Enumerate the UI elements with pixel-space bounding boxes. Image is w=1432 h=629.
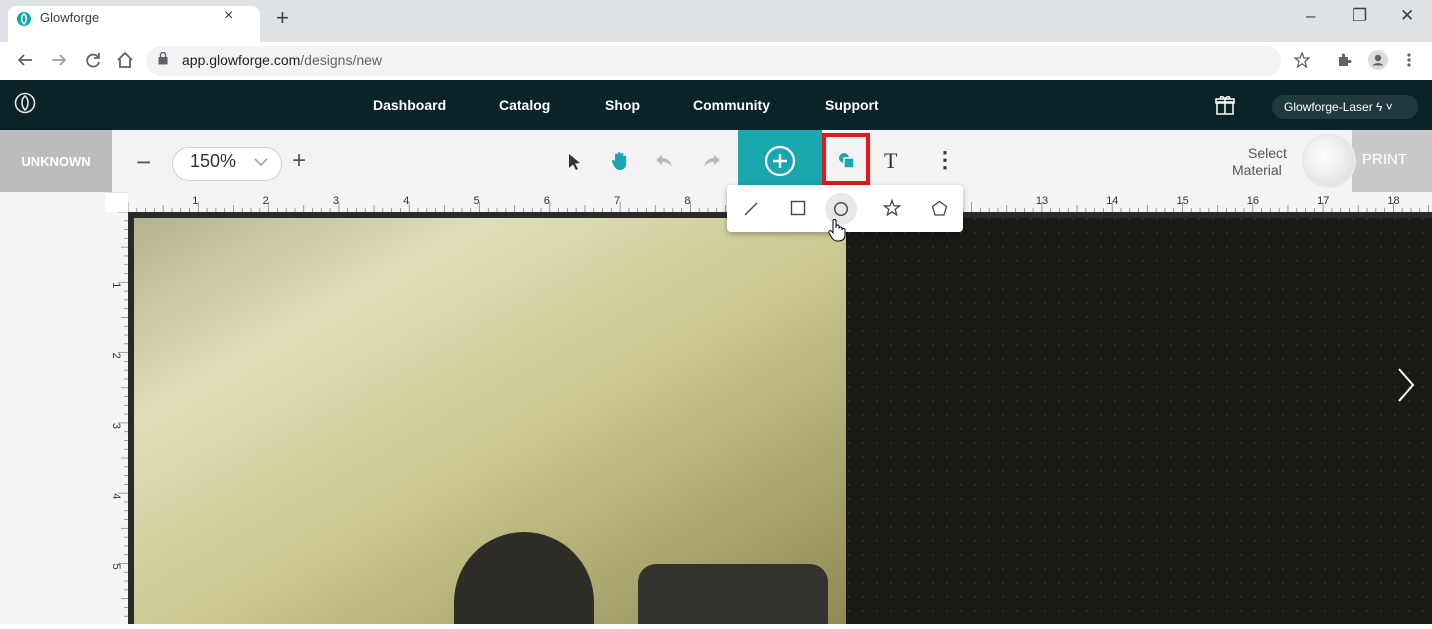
- reload-icon[interactable]: [84, 51, 102, 69]
- print-button[interactable]: PRINT: [1352, 130, 1432, 192]
- profile-avatar-icon[interactable]: [1368, 50, 1388, 70]
- url-text[interactable]: app.glowforge.com/designs/new: [182, 52, 382, 68]
- forward-arrow-icon[interactable]: [50, 52, 68, 68]
- ruler-top-label: 18: [1387, 195, 1399, 207]
- bed-image: [128, 212, 1432, 624]
- tab-title: Glowforge: [40, 10, 100, 25]
- redo-icon[interactable]: [703, 154, 721, 168]
- shapes-button[interactable]: [822, 133, 870, 185]
- rectangle-tool-icon[interactable]: [790, 200, 806, 216]
- minimize-icon[interactable]: –: [1306, 6, 1315, 26]
- ruler-left: 1 2 3 4 5: [105, 211, 128, 624]
- printer-name: Glowforge-Laser ϟ ˅: [1284, 100, 1393, 114]
- zoom-in-button[interactable]: +: [292, 147, 306, 175]
- ruler-top-label: 5: [474, 195, 480, 207]
- ruler-top-label: 15: [1177, 195, 1189, 207]
- shapes-icon: [839, 153, 855, 169]
- left-panel: [0, 192, 105, 624]
- more-options-icon[interactable]: ⋮: [934, 147, 956, 173]
- pan-hand-icon[interactable]: [611, 151, 629, 171]
- ruler-top-label: 14: [1106, 195, 1118, 207]
- machine-status: UNKNOWN: [0, 130, 112, 192]
- ruler-left-label: 1: [110, 282, 122, 288]
- chrome-menu-icon[interactable]: [1406, 52, 1412, 68]
- glowforge-logo-icon[interactable]: [14, 92, 36, 114]
- nav-support[interactable]: Support: [825, 97, 879, 113]
- ruler-left-label: 2: [110, 353, 122, 359]
- select-material-label-1: Select: [1248, 145, 1287, 161]
- select-pointer-icon[interactable]: [568, 153, 582, 171]
- printer-select-dropdown[interactable]: Glowforge-Laser ϟ ˅: [1272, 95, 1418, 119]
- ruler-top-label: 6: [544, 195, 550, 207]
- nav-dashboard[interactable]: Dashboard: [373, 97, 446, 113]
- zoom-out-button[interactable]: −: [136, 147, 151, 178]
- print-label: PRINT: [1362, 151, 1407, 168]
- back-arrow-icon[interactable]: [16, 52, 34, 68]
- tab-close-icon[interactable]: ×: [224, 7, 233, 25]
- close-window-icon[interactable]: ✕: [1400, 6, 1414, 26]
- add-artwork-button[interactable]: [738, 130, 822, 192]
- restore-icon[interactable]: ❐: [1352, 6, 1367, 26]
- ruler-top-label: 13: [1036, 195, 1048, 207]
- chevron-right-icon[interactable]: [1396, 367, 1416, 403]
- line-tool-icon[interactable]: [743, 201, 759, 217]
- hand-cursor-icon: [828, 219, 846, 242]
- lock-icon: [158, 52, 168, 65]
- new-tab-button[interactable]: +: [276, 5, 289, 31]
- text-tool-button[interactable]: T: [884, 148, 897, 174]
- ruler-top-label: 3: [333, 195, 339, 207]
- star-tool-icon[interactable]: [883, 199, 901, 217]
- ruler-top-label: 17: [1317, 195, 1329, 207]
- ruler-top-label: 16: [1247, 195, 1259, 207]
- ruler-top-label: 7: [614, 195, 620, 207]
- nav-shop[interactable]: Shop: [605, 97, 640, 113]
- extensions-icon[interactable]: [1336, 52, 1352, 68]
- ruler-left-label: 4: [110, 493, 122, 499]
- pentagon-tool-icon[interactable]: [931, 200, 948, 217]
- ruler-left-label: 5: [110, 564, 122, 570]
- ruler-top-label: 8: [684, 195, 690, 207]
- url-path: /designs/new: [300, 52, 383, 68]
- ruler-top-label: 1: [192, 195, 198, 207]
- home-icon[interactable]: [116, 51, 134, 69]
- select-material-button[interactable]: [1302, 134, 1356, 188]
- chevron-down-icon: [254, 158, 268, 167]
- select-material-label-2: Material: [1232, 162, 1282, 178]
- bookmark-star-icon[interactable]: [1294, 52, 1310, 68]
- zoom-value: 150%: [190, 151, 237, 171]
- nav-community[interactable]: Community: [693, 97, 770, 113]
- url-host: app.glowforge.com: [182, 52, 301, 68]
- laser-bed-camera-view[interactable]: [128, 212, 1432, 624]
- ruler-left-label: 3: [110, 423, 122, 429]
- ruler-top-label: 4: [403, 195, 409, 207]
- nav-catalog[interactable]: Catalog: [499, 97, 550, 113]
- gift-icon[interactable]: [1214, 94, 1236, 116]
- ruler-left-ticks: 1 2 3 4 5: [110, 211, 128, 617]
- add-circle-icon: [764, 145, 796, 177]
- circle-tool-icon[interactable]: [833, 201, 849, 217]
- undo-icon[interactable]: [655, 154, 673, 168]
- ruler-top-label: 2: [263, 195, 269, 207]
- glowforge-favicon-icon: [17, 12, 31, 26]
